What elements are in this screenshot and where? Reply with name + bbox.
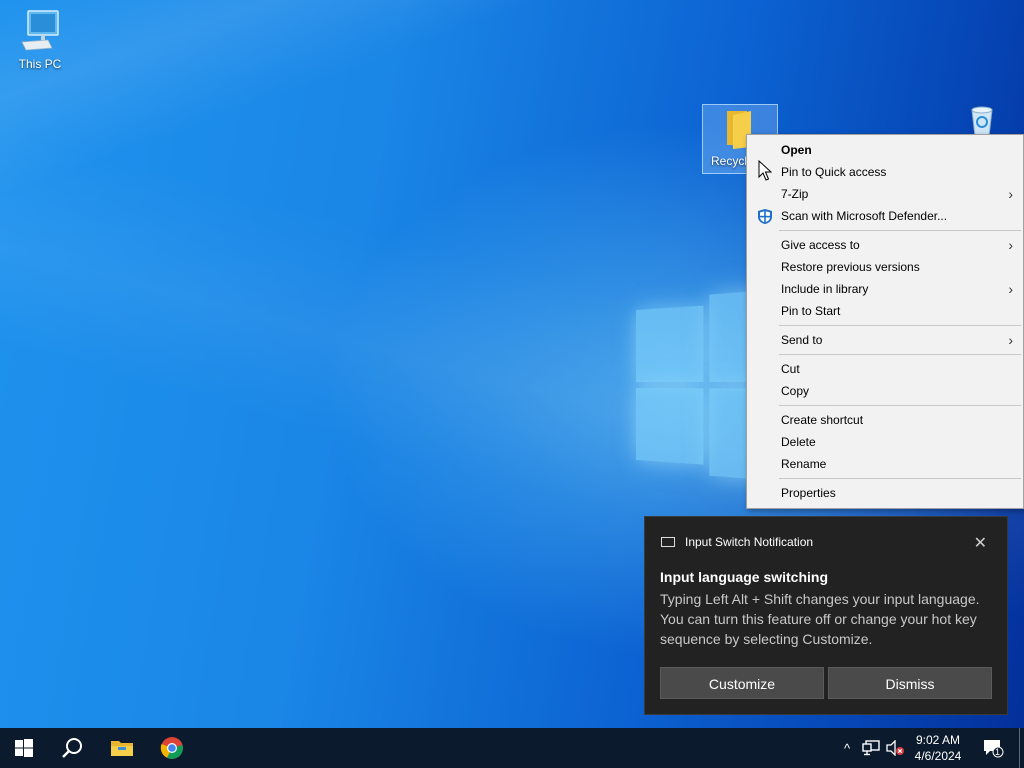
menu-item-delete[interactable]: Delete [747,431,1023,453]
menu-item-7zip[interactable]: 7-Zip › [747,183,1023,205]
search-icon [62,738,82,758]
tray-clock[interactable]: 9:02 AM 4/6/2024 [906,732,970,764]
menu-separator [779,405,1021,406]
chevron-right-icon: › [1008,237,1013,253]
taskbar-chrome[interactable] [148,728,196,768]
menu-item-pin-quick-access[interactable]: Pin to Quick access [747,161,1023,183]
tray-network[interactable] [860,728,882,768]
action-center-icon [984,740,1004,758]
menu-item-rename[interactable]: Rename [747,453,1023,475]
menu-item-give-access[interactable]: Give access to › [747,234,1023,256]
defender-icon [758,209,772,224]
menu-separator [779,478,1021,479]
taskbar: ^ 9:02 AM 4/6/2024 1 [0,728,1024,768]
menu-item-include-library[interactable]: Include in library › [747,278,1023,300]
menu-item-properties[interactable]: Properties [747,482,1023,504]
chevron-right-icon: › [1008,186,1013,202]
close-icon[interactable]: ✕ [974,533,987,553]
chevron-right-icon: › [1008,332,1013,348]
network-icon [862,740,880,756]
menu-separator [779,325,1021,326]
notification-toast: Input Switch Notification ✕ Input langua… [644,516,1008,715]
volume-muted-icon [886,740,904,756]
computer-icon [21,10,59,51]
desktop-icon-this-pc[interactable]: This PC [2,8,78,71]
menu-item-pin-start[interactable]: Pin to Start [747,300,1023,322]
chevron-right-icon: › [1008,281,1013,297]
dismiss-button[interactable]: Dismiss [828,667,992,699]
menu-item-send-to[interactable]: Send to › [747,329,1023,351]
menu-item-open[interactable]: Open [747,139,1023,161]
menu-item-restore-versions[interactable]: Restore previous versions [747,256,1023,278]
toast-header: Input Switch Notification [661,535,813,549]
context-menu: Open Pin to Quick access 7-Zip › Scan wit… [746,134,1024,509]
toast-body: Typing Left Alt + Shift changes your inp… [660,591,980,647]
clock-time: 9:02 AM [915,733,961,747]
search-button[interactable] [48,728,96,768]
toast-title: Input language switching [660,569,828,585]
windows-start-icon [15,739,33,757]
chrome-icon [160,737,183,759]
clock-date: 4/6/2024 [914,749,962,763]
desktop-icon-label: This PC [18,57,62,71]
recycle-bin-icon [971,106,993,137]
menu-item-cut[interactable]: Cut [747,358,1023,380]
menu-separator [779,230,1021,231]
menu-separator [779,354,1021,355]
menu-item-copy[interactable]: Copy [747,380,1023,402]
start-button[interactable] [0,728,48,768]
action-center-button[interactable]: 1 [980,728,1006,768]
file-explorer-icon [111,741,133,756]
menu-item-scan-defender[interactable]: Scan with Microsoft Defender... [747,205,1023,227]
toast-app-name: Input Switch Notification [685,535,814,549]
menu-item-create-shortcut[interactable]: Create shortcut [747,409,1023,431]
taskbar-file-explorer[interactable] [98,728,146,768]
keyboard-icon [661,537,675,547]
mouse-cursor-icon [758,160,772,181]
show-desktop-button[interactable] [1019,728,1024,768]
tray-volume[interactable] [884,728,906,768]
tray-overflow-chevron[interactable]: ^ [838,728,856,768]
customize-button[interactable]: Customize [660,667,824,699]
notification-count-badge: 1 [995,747,1001,757]
